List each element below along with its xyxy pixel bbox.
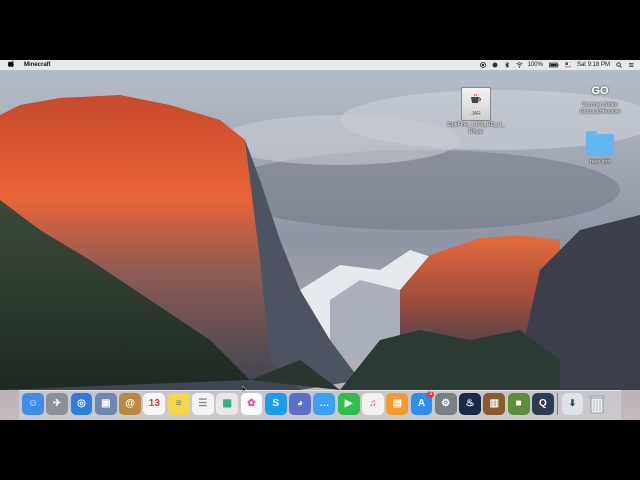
minecraft-icon: ■ [515,398,522,410]
dock-item-photo-booth[interactable]: ▦ [216,393,239,415]
dock-item-trash[interactable] [586,393,608,415]
clock[interactable]: Sat 9:18 PM [577,62,610,68]
csgo-icon: GO [591,85,609,97]
dock-item-skype[interactable]: S [264,393,287,415]
dock-separator [557,393,559,415]
dock-item-messages[interactable]: … [313,393,336,415]
dock-item-safari[interactable]: ◎ [70,393,93,415]
dock-item-contacts[interactable]: @ [119,393,142,415]
discord-icon: ◕ [297,398,304,410]
dock-item-app-store[interactable]: A1 [410,391,435,415]
csgo-label: Counter-Strike Global Offensive [579,102,621,115]
contacts-icon: @ [125,398,135,410]
desktop-screen: Minecraft 100% Sat 9:18 PM JAR OptiFine_… [0,60,640,420]
dock-item-downloads[interactable]: ⬇ [561,393,584,415]
wifi-icon[interactable] [515,62,523,68]
dock-item-photos[interactable]: ✿ [240,393,263,415]
quicktime-icon: Q [538,398,547,410]
app-store-icon: A [417,398,426,410]
record-icon[interactable] [479,62,486,68]
search-icon[interactable] [616,62,622,68]
photo-booth-icon: ▦ [222,398,232,410]
folder-icon [586,131,614,156]
dock-item-itunes[interactable]: ♫ [361,393,384,415]
app-menu-name[interactable]: Minecraft [24,62,51,68]
dock-item-system-preferences[interactable]: ⚙ [434,393,457,415]
battery-icon[interactable] [549,62,559,68]
messages-icon: … [319,398,330,410]
itunes-icon: ♫ [369,398,377,410]
status-area: 100% Sat 9:18 PM [479,61,640,69]
dock-item-discord[interactable]: ◕ [289,393,311,415]
finder-icon: ☺ [27,398,39,410]
ibooks-icon: ▤ [392,398,402,410]
dock-item-quicktime[interactable]: Q [531,393,554,415]
notifications-icon[interactable] [628,62,634,68]
calendar-icon: 13 [148,398,160,410]
folder-desktop-item[interactable]: new shit [574,131,626,166]
dock-item-preview[interactable]: ▣ [94,393,117,415]
dock-item-facetime[interactable]: ▶ [337,393,360,415]
dock-item-chest[interactable]: ▥ [483,393,506,415]
trash-icon [589,395,605,414]
photos-icon: ✿ [247,398,256,410]
system-preferences-icon: ⚙ [441,398,451,410]
skype-icon: S [272,398,280,410]
jar-file-label: OptiFine_1.8.9_HD_U_H8.jar [447,122,505,135]
dock-items: ☺ ✈ ◎ ▣ @13 ≡ ☰ ▦ ✿ S ◕ … ▶ ♫ ▤ A 1 ⚙ ♨ ▥ ■ Q ⬇ [22,391,608,415]
dock-item-minecraft[interactable]: ■ [507,393,530,415]
preview-icon: ▣ [101,398,111,410]
dock-item-steam[interactable]: ♨ [459,393,481,415]
bluetooth-icon[interactable] [504,61,510,69]
downloads-icon: ⬇ [568,398,577,409]
steam-icon: ♨ [465,398,475,410]
jar-file-desktop-item[interactable]: JAR OptiFine_1.8.9_HD_U_H8.jar [446,87,506,137]
launchpad-icon: ✈ [53,398,62,410]
dock: ☺ ✈ ◎ ▣ @13 ≡ ☰ ▦ ✿ S ◕ … ▶ ♫ ▤ A 1 ⚙ ♨ ▥ ■ Q ⬇ [19,390,621,420]
menu-bar: Minecraft 100% Sat 9:18 PM [0,60,640,70]
notification-badge: 1 [427,391,435,398]
notes-icon: ≡ [175,398,182,410]
volume-icon[interactable] [492,62,498,68]
battery-percent: 100% [527,62,543,68]
safari-icon: ◎ [77,398,86,410]
csgo-desktop-item[interactable]: GO Counter-Strike Global Offensive [574,80,626,116]
facetime-icon: ▶ [344,398,353,410]
dock-item-ibooks[interactable]: ▤ [386,393,409,415]
dock-item-finder[interactable]: ☺ [22,393,44,415]
apple-icon[interactable] [7,60,16,71]
chest-icon: ▥ [489,398,500,410]
folder-label: new shit [589,159,611,165]
dock-item-reminders[interactable]: ☰ [191,393,214,415]
flag-icon[interactable] [565,62,571,68]
dock-item-launchpad[interactable]: ✈ [46,393,69,415]
dock-item-calendar[interactable]: 13 [143,393,166,415]
reminders-icon: ☰ [198,398,208,410]
el-capitan-wallpaper [0,60,640,420]
jar-file-type: JAR [471,111,481,117]
jar-file-icon: JAR [461,87,491,121]
dock-item-notes[interactable]: ≡ [167,393,190,415]
